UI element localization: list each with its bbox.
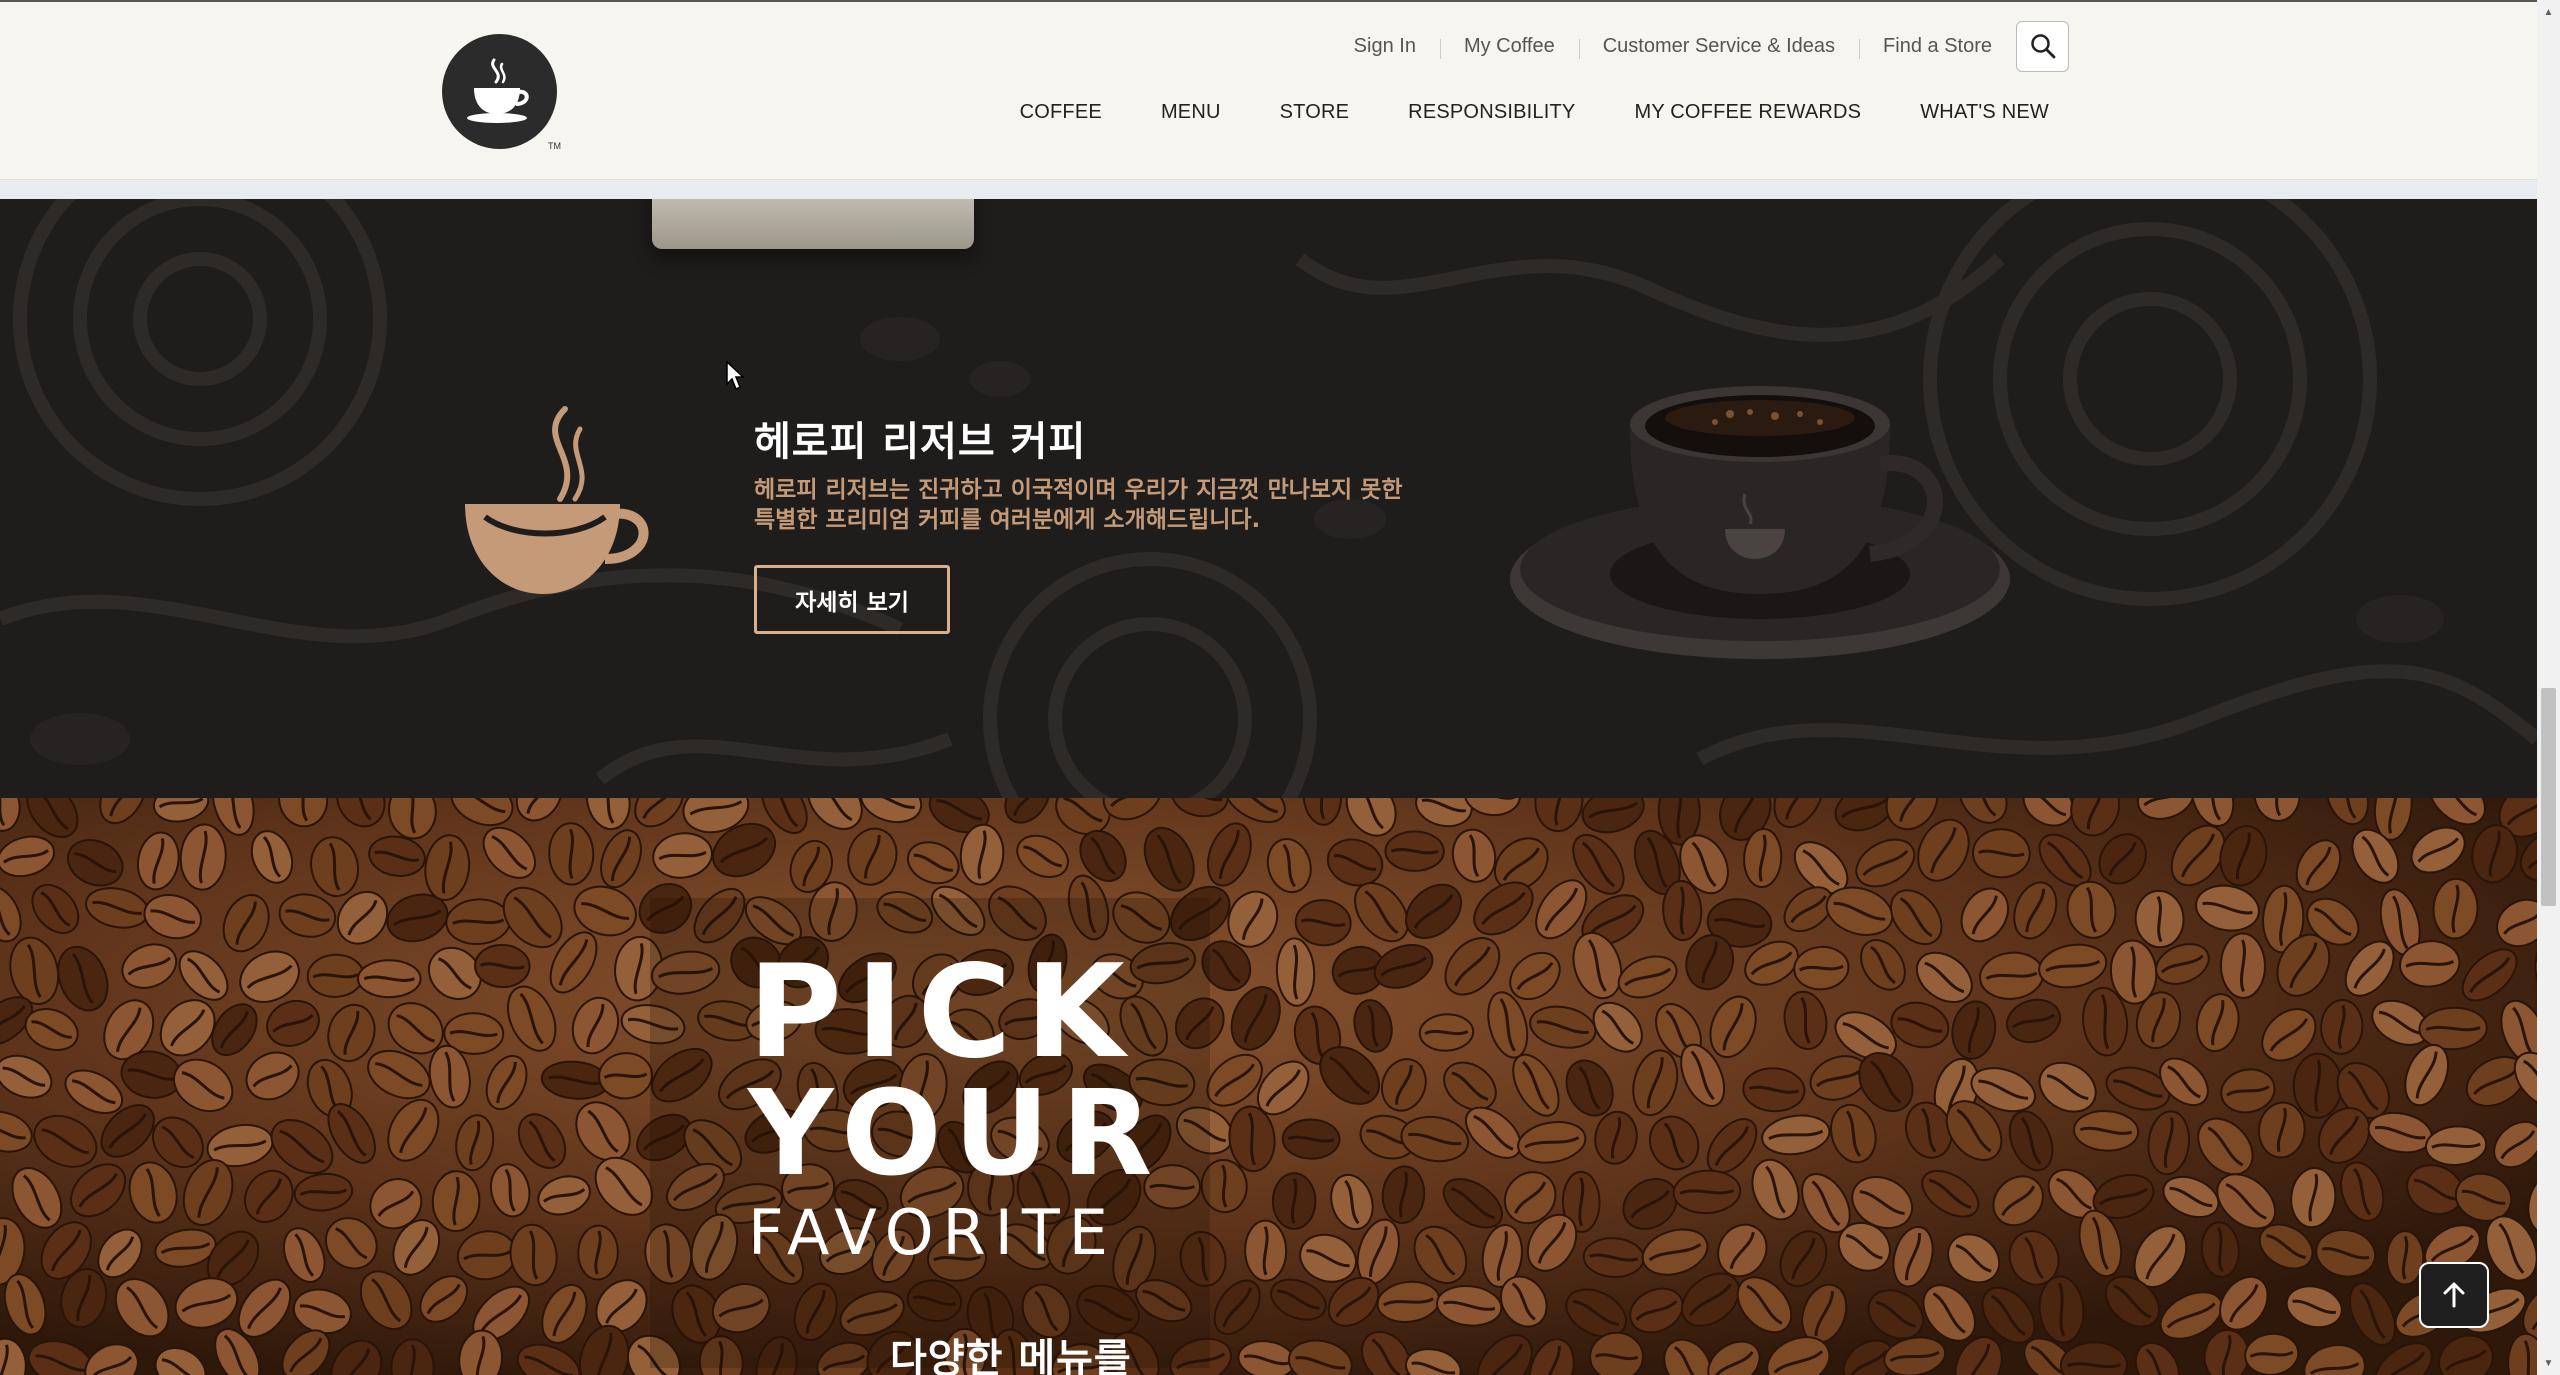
headline-line-1: PICK (748, 938, 1139, 1087)
reserve-description-line-2: 특별한 프리미엄 커피를 여러분에게 소개해드립니다. (754, 507, 1261, 533)
search-icon (2030, 34, 2055, 59)
pick-your-favorite-section: PICK YOUR FAVORITE 다양한 메뉴를 (0, 798, 2537, 1375)
nav-my-coffee-rewards[interactable]: MY COFFEE REWARDS (1634, 101, 1861, 124)
my-coffee-link[interactable]: My Coffee (1439, 35, 1579, 59)
nav-whats-new[interactable]: WHAT'S NEW (1920, 101, 2049, 124)
main-nav: COFFEE MENU STORE RESPONSIBILITY MY COFF… (961, 101, 2049, 124)
nav-coffee[interactable]: COFFEE (1020, 101, 1102, 124)
brand-logo[interactable]: TM (442, 34, 561, 151)
scroll-down-arrow-icon[interactable]: ▼ (2537, 1353, 2560, 1373)
scroll-to-top-button[interactable] (2419, 1262, 2489, 1328)
reserve-description: 헤로피 리저브는 진귀하고 이국적이며 우리가 지금껏 만나보지 못한 특별한 … (754, 475, 1474, 535)
headline-line-2: YOUR (748, 1064, 1165, 1202)
page: TM Sign In My Coffee Customer Service & … (0, 0, 2560, 1375)
nav-menu[interactable]: MENU (1161, 101, 1221, 124)
beans-subtitle: 다양한 메뉴를 (890, 1336, 1132, 1375)
page-scrollbar[interactable]: ▲ ▼ (2537, 0, 2560, 1375)
arrow-up-icon (2443, 1282, 2465, 1308)
scrollbar-thumb[interactable] (2541, 688, 2556, 906)
nav-responsibility[interactable]: RESPONSIBILITY (1408, 101, 1575, 124)
reserve-coffee-cup-image (1510, 386, 2010, 659)
sign-in-link[interactable]: Sign In (1330, 35, 1440, 58)
coffee-beans-background (0, 798, 2537, 1375)
scroll-up-arrow-icon[interactable]: ▲ (2537, 2, 2560, 22)
pick-your-favorite-headline: PICK YOUR FAVORITE (748, 948, 1164, 1268)
mouse-cursor-icon (726, 361, 745, 391)
site-header: TM Sign In My Coffee Customer Service & … (0, 0, 2537, 180)
coffee-bean-shapes (0, 798, 2537, 1375)
reserve-description-line-1: 헤로피 리저브는 진귀하고 이국적이며 우리가 지금껏 만나보지 못한 (754, 477, 1403, 503)
reserve-cup-emblem-icon (465, 406, 649, 594)
headline-line-3: FAVORITE (748, 1196, 1117, 1269)
coffee-cup-logo-icon (466, 58, 529, 123)
coffee-bean (1589, 1331, 1644, 1375)
reserve-title: 헤로피 리저브 커피 (754, 419, 1087, 465)
search-button[interactable] (2016, 20, 2069, 72)
utility-nav: Sign In My Coffee Customer Service & Ide… (1330, 20, 2069, 72)
trademark-mark: TM (548, 141, 561, 151)
nav-store[interactable]: STORE (1280, 101, 1350, 124)
customer-service-link[interactable]: Customer Service & Ideas (1578, 35, 1859, 59)
find-store-link[interactable]: Find a Store (1859, 35, 2016, 59)
reserve-coffee-section: 헤로피 리저브 커피 헤로피 리저브는 진귀하고 이국적이며 우리가 지금껏 만… (0, 199, 2537, 798)
reserve-product-package (652, 199, 974, 249)
reserve-more-button[interactable]: 자세히 보기 (754, 565, 950, 634)
section-divider-strip (0, 180, 2537, 199)
